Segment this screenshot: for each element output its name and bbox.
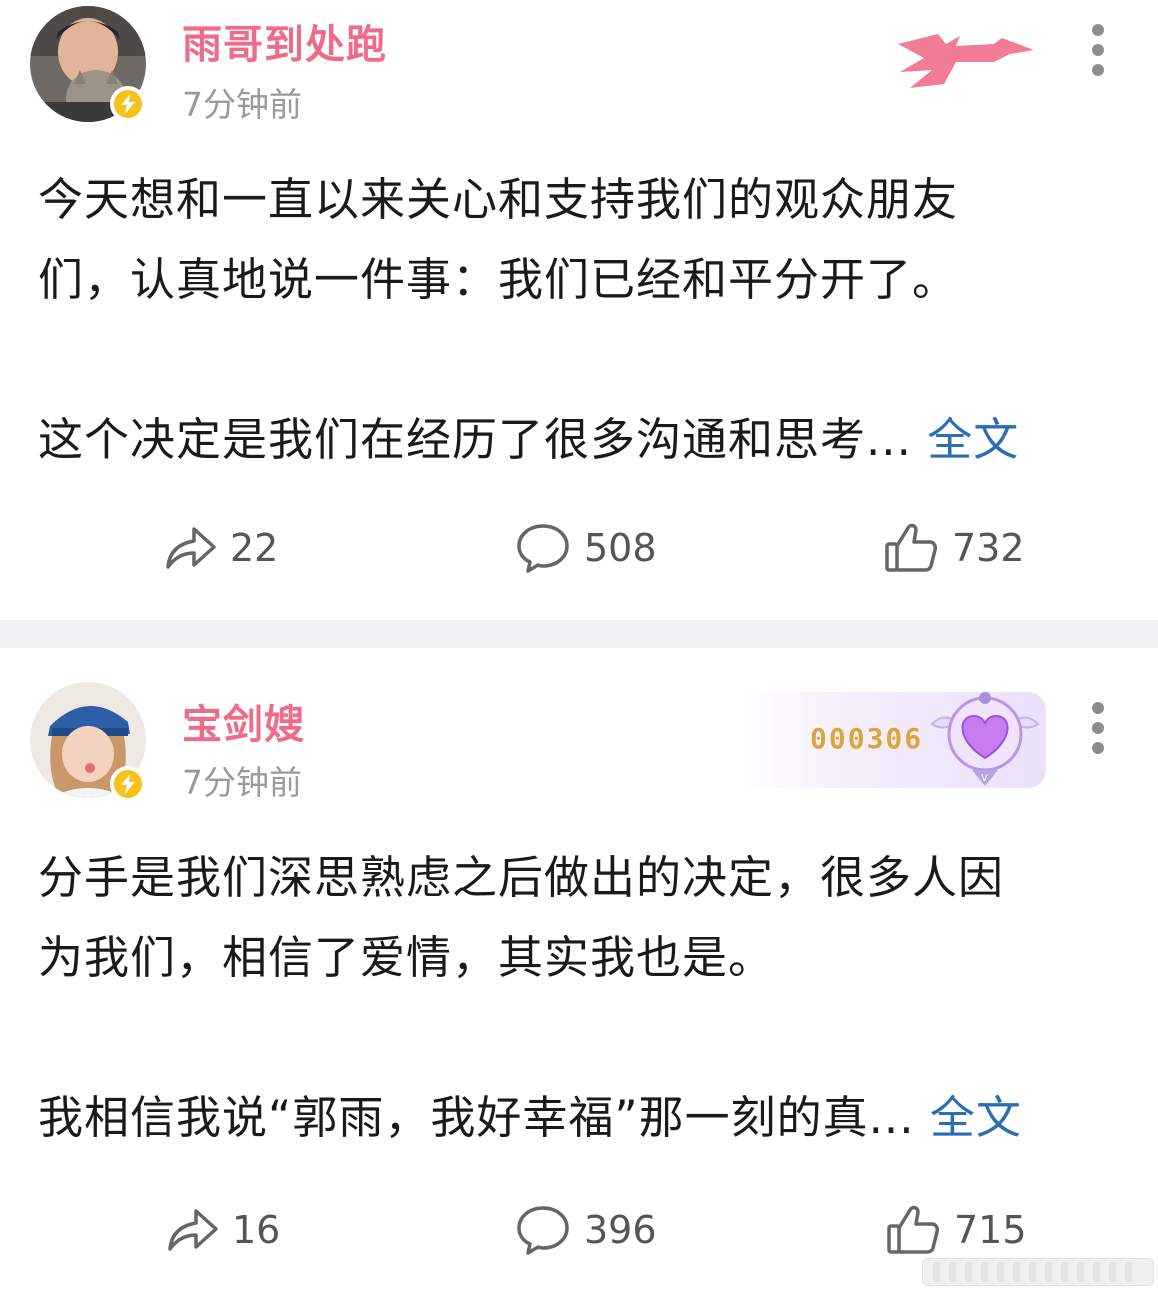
- fan-badge-logo[interactable]: [894, 32, 1040, 94]
- svg-text:V: V: [981, 773, 988, 784]
- comment-count: 396: [584, 1208, 657, 1252]
- username[interactable]: 宝剑嫂: [182, 692, 305, 750]
- repost-icon: [166, 527, 216, 569]
- more-icon[interactable]: [1084, 700, 1114, 786]
- full-text-link[interactable]: 全文: [927, 413, 1019, 466]
- post-time: 7分钟前: [182, 763, 302, 802]
- like-icon: [887, 1205, 939, 1254]
- repost-count: 22: [230, 526, 279, 570]
- comment-icon: [517, 1206, 569, 1255]
- post-text-line: 我相信我说“郭雨，我好幸福”那一刻的真... 全文: [38, 1078, 1120, 1158]
- fan-badge-card[interactable]: 000306 V: [730, 692, 1046, 788]
- post-text-line: 们，认真地说一件事：我们已经和平分开了。: [38, 253, 959, 306]
- repost-button[interactable]: 22: [164, 518, 278, 578]
- scroll-handle[interactable]: [922, 1258, 1154, 1286]
- comment-button[interactable]: 396: [516, 1200, 657, 1260]
- fan-badge-number: 000306: [810, 722, 924, 755]
- post-time: 7分钟前: [182, 85, 302, 124]
- like-count: 732: [952, 526, 1025, 570]
- post-text-truncated: 我相信我说“郭雨，我好幸福”那一刻的真...: [38, 1091, 915, 1144]
- post-card: 雨哥到处跑 7分钟前 今天想和一直以来关心和支持我们的观众朋友 们，认真地说一件…: [0, 0, 1158, 620]
- verified-icon: [110, 86, 146, 122]
- post-text-line: 分手是我们深思熟虑之后做出的决定，很多人因: [38, 851, 1005, 904]
- full-text-link[interactable]: 全文: [930, 1091, 1022, 1144]
- like-button[interactable]: 715: [886, 1200, 1027, 1260]
- heart-crown-icon: V: [930, 692, 1040, 786]
- post-divider: [0, 620, 1158, 648]
- username[interactable]: 雨哥到处跑: [182, 12, 387, 70]
- comment-icon: [517, 524, 569, 573]
- repost-count: 16: [232, 1208, 281, 1252]
- post-text-line: 为我们，相信了爱情，其实我也是。: [38, 931, 775, 984]
- post-text-line: 今天想和一直以来关心和支持我们的观众朋友: [38, 173, 959, 226]
- comment-button[interactable]: 508: [516, 518, 657, 578]
- repost-icon: [168, 1209, 218, 1251]
- comment-count: 508: [584, 526, 657, 570]
- like-icon: [885, 523, 937, 572]
- post-text-line: 这个决定是我们在经历了很多沟通和思考... 全文: [38, 400, 1120, 480]
- post-text-truncated: 这个决定是我们在经历了很多沟通和思考...: [38, 413, 912, 466]
- more-icon[interactable]: [1084, 22, 1114, 108]
- like-button[interactable]: 732: [884, 518, 1025, 578]
- like-count: 715: [954, 1208, 1027, 1252]
- post-card: 宝剑嫂 7分钟前 000306 V 分手是我们深思熟虑之后做出的决定，很多人因 …: [0, 648, 1158, 1296]
- verified-icon: [110, 766, 146, 802]
- repost-button[interactable]: 16: [166, 1200, 280, 1260]
